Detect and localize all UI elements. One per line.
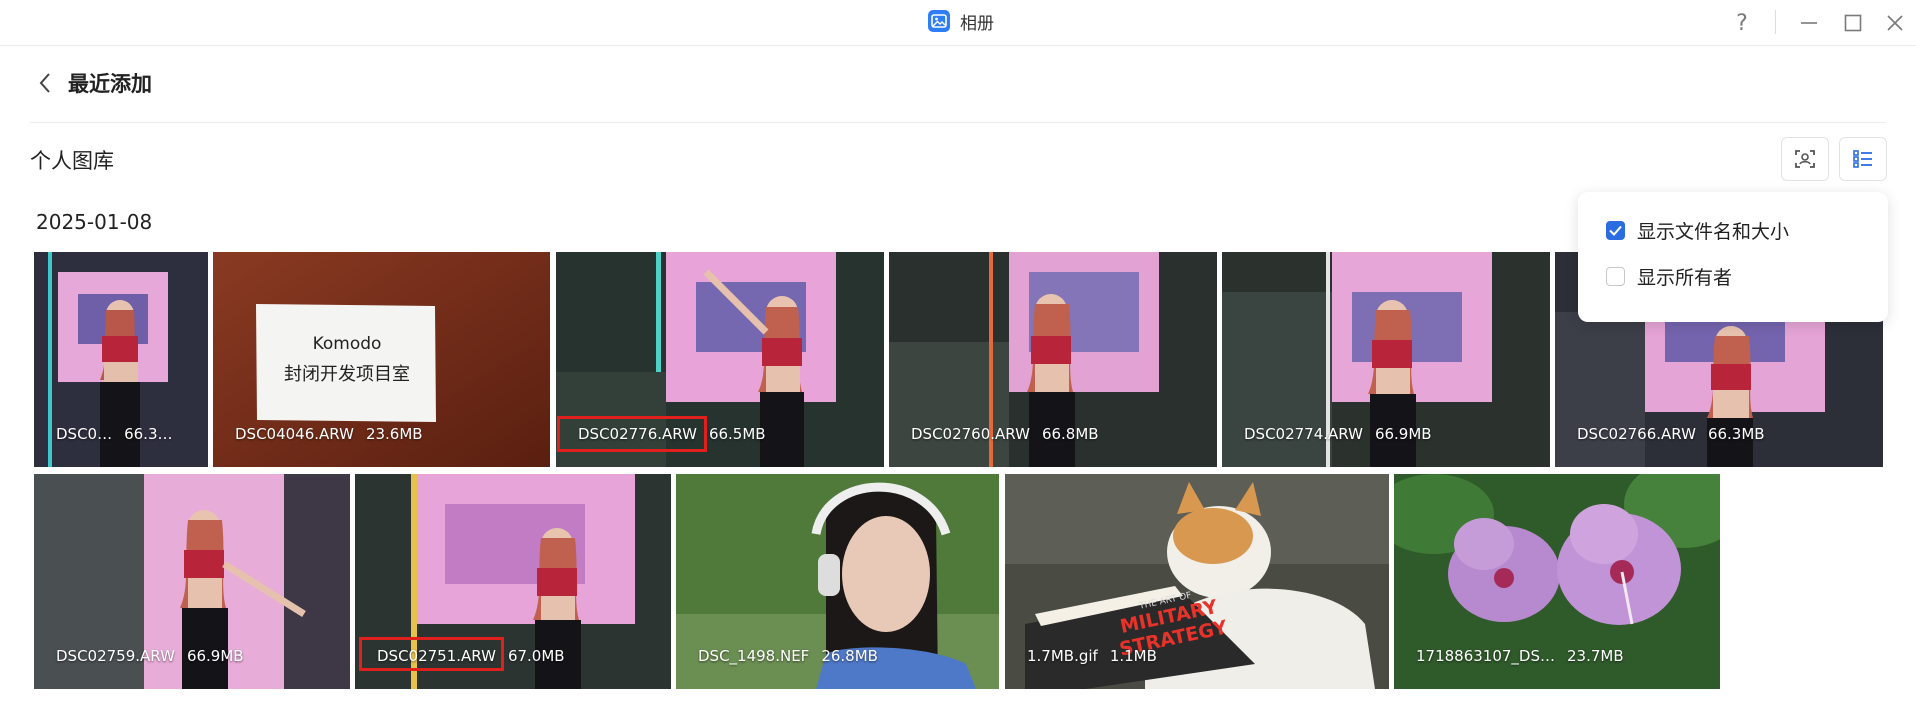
photo-filesize: 66.9MB bbox=[1374, 425, 1432, 443]
date-group-label: 2025-01-08 bbox=[36, 210, 153, 234]
view-options-button[interactable] bbox=[1839, 137, 1887, 181]
photo-filename: DSC04046.ARW bbox=[235, 425, 354, 443]
maximize-icon bbox=[1844, 14, 1862, 32]
face-recognition-button[interactable] bbox=[1781, 137, 1829, 181]
help-button[interactable]: ? bbox=[1725, 6, 1759, 40]
photo-caption: DSC02751.ARW 67.0MB bbox=[377, 647, 565, 665]
photo-filesize: 1.1MB bbox=[1109, 647, 1157, 665]
photo-tile[interactable]: DSC_1498.NEF 26.8MB bbox=[676, 474, 999, 689]
page-title: 最近添加 bbox=[68, 72, 152, 96]
photo-filename: DSC02776.ARW bbox=[578, 425, 697, 443]
close-button[interactable] bbox=[1878, 6, 1912, 40]
photo-filesize: 67.0MB bbox=[507, 647, 565, 665]
sign-text: Komodo 封闭开发项目室 bbox=[257, 334, 437, 386]
checkbox-unchecked[interactable] bbox=[1606, 266, 1625, 286]
photo-filesize: 66.3MB bbox=[1707, 425, 1765, 443]
view-options-popup: 显示文件名和大小 显示所有者 bbox=[1578, 192, 1888, 322]
photo-caption: DSC04046.ARW 23.6MB bbox=[235, 425, 423, 443]
photo-filesize: 66.3… bbox=[124, 425, 173, 443]
photo-album-icon bbox=[928, 10, 950, 32]
photo-filename: DSC0… bbox=[56, 425, 113, 443]
photo-caption: DSC02776.ARW 66.5MB bbox=[578, 425, 766, 443]
photo-caption: DSC_1498.NEF 26.8MB bbox=[698, 647, 878, 665]
minimize-button[interactable] bbox=[1792, 6, 1826, 40]
photo-filename: DSC02759.ARW bbox=[56, 647, 175, 665]
photo-caption: 1.7MB.gif 1.1MB bbox=[1027, 647, 1157, 665]
app-title-text: 相册 bbox=[960, 13, 994, 34]
title-bar: 相册 ? bbox=[0, 0, 1916, 46]
photo-tile[interactable]: Komodo 封闭开发项目室 DSC04046.ARW 23.6MB bbox=[213, 252, 550, 467]
list-options-icon bbox=[1853, 150, 1872, 168]
photo-tile[interactable]: DSC0… 66.3… bbox=[34, 252, 208, 467]
photo-filename: 1718863107_DS… bbox=[1416, 647, 1556, 665]
photo-caption: DSC02774.ARW 66.9MB bbox=[1244, 425, 1432, 443]
close-icon bbox=[1887, 15, 1903, 31]
titlebar-divider bbox=[1775, 10, 1776, 34]
photo-tile[interactable]: DSC02760.ARW 66.8MB bbox=[889, 252, 1217, 467]
photo-filename: DSC_1498.NEF bbox=[698, 647, 810, 665]
photo-tile[interactable]: DSC02774.ARW 66.9MB bbox=[1222, 252, 1550, 467]
photo-filename: DSC02760.ARW bbox=[911, 425, 1030, 443]
option-show-filename-size[interactable]: 显示文件名和大小 bbox=[1606, 216, 1789, 244]
sign-line: 封闭开发项目室 bbox=[284, 364, 410, 385]
photo-tile[interactable]: THE ART OF MILITARY STRATEGY 1.7MB.gif 1… bbox=[1005, 474, 1389, 689]
minimize-icon bbox=[1801, 22, 1817, 24]
photo-filesize: 23.6MB bbox=[365, 425, 423, 443]
photo-filesize: 66.9MB bbox=[186, 647, 244, 665]
sign-line: Komodo bbox=[312, 334, 382, 354]
checkbox-checked[interactable] bbox=[1606, 220, 1625, 240]
maximize-button[interactable] bbox=[1836, 6, 1870, 40]
option-label: 显示所有者 bbox=[1637, 266, 1733, 289]
photo-filesize: 66.5MB bbox=[708, 425, 766, 443]
back-button[interactable] bbox=[30, 68, 60, 98]
photo-caption: 1718863107_DS… 23.7MB bbox=[1416, 647, 1624, 665]
header-divider bbox=[30, 122, 1886, 123]
option-label: 显示文件名和大小 bbox=[1637, 220, 1790, 243]
photo-tile[interactable]: 1718863107_DS… 23.7MB bbox=[1394, 474, 1720, 689]
photo-tile[interactable]: DSC02776.ARW 66.5MB bbox=[556, 252, 884, 467]
photo-filename: 1.7MB.gif bbox=[1027, 647, 1098, 665]
photo-filesize: 23.7MB bbox=[1567, 647, 1624, 665]
check-icon bbox=[1609, 225, 1622, 236]
option-show-owner[interactable]: 显示所有者 bbox=[1606, 262, 1732, 290]
photo-filesize: 26.8MB bbox=[821, 647, 878, 665]
library-title: 个人图库 bbox=[30, 149, 114, 173]
photo-filename: DSC02774.ARW bbox=[1244, 425, 1363, 443]
photo-caption: DSC0… 66.3… bbox=[56, 425, 173, 443]
photo-filename: DSC02751.ARW bbox=[377, 647, 496, 665]
photo-tile[interactable]: DSC02759.ARW 66.9MB bbox=[34, 474, 350, 689]
face-scan-icon bbox=[1795, 150, 1815, 168]
chevron-left-icon bbox=[39, 73, 50, 93]
photo-filename: DSC02766.ARW bbox=[1577, 425, 1696, 443]
photo-caption: DSC02760.ARW 66.8MB bbox=[911, 425, 1099, 443]
photo-caption: DSC02759.ARW 66.9MB bbox=[56, 647, 244, 665]
photo-caption: DSC02766.ARW 66.3MB bbox=[1577, 425, 1765, 443]
photo-filesize: 66.8MB bbox=[1041, 425, 1099, 443]
page-header: 最近添加 bbox=[30, 63, 152, 103]
photo-tile[interactable]: DSC02751.ARW 67.0MB bbox=[355, 474, 671, 689]
app-title: 相册 bbox=[928, 9, 994, 34]
